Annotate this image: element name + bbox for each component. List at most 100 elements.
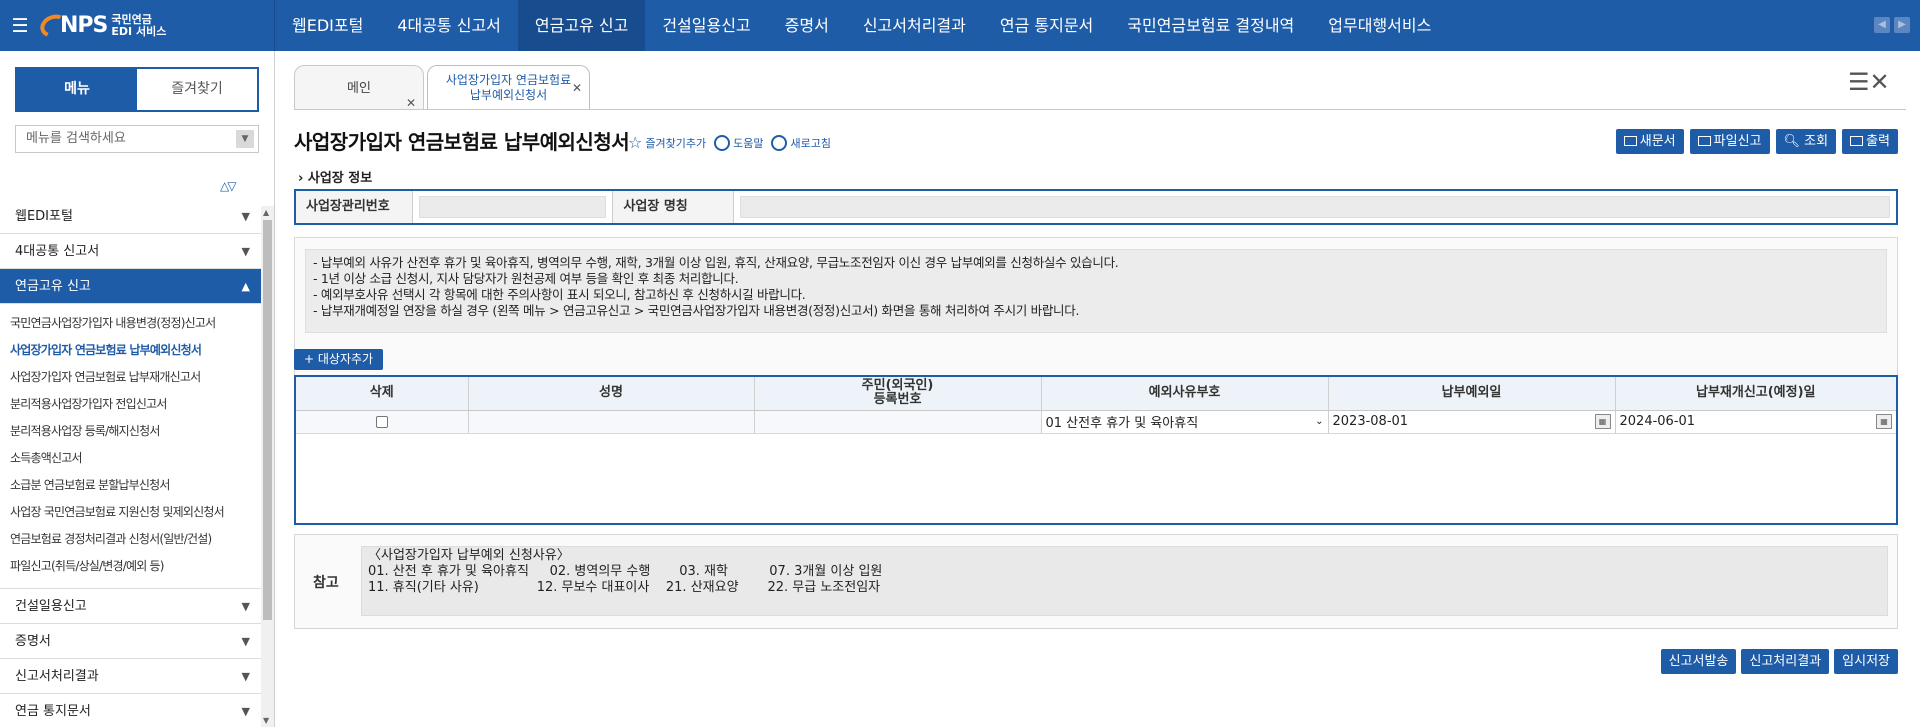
gnb-item-pension-notices[interactable]: 연금 통지문서 [983, 0, 1110, 51]
star-icon: ☆ [628, 133, 643, 152]
search-label: 조회 [1804, 134, 1829, 149]
sidebar-menu-list: 웹EDI포털 ▼ 4대공통 신고서 ▼ 연금고유 신고 ▲ 국민연금사업장가입자… [0, 199, 262, 727]
hamburger-menu-icon[interactable]: ☰ [0, 15, 40, 37]
add-favorite-button[interactable]: ☆ 즐겨찾기추가 [628, 133, 706, 152]
gnb-item-agency-services[interactable]: 업무대행서비스 [1311, 0, 1448, 51]
delete-checkbox[interactable] [375, 415, 388, 428]
col-header-rrn-line2: 등록번호 [873, 392, 922, 408]
folder-icon [1697, 136, 1711, 146]
chevron-up-icon: ▲ [241, 280, 250, 293]
reason-select[interactable]: 01 산전후 휴가 및 육아휴직 ⌄ [1041, 410, 1329, 434]
sidebar-item-pension-notices[interactable]: 연금 통지문서 ▼ [0, 694, 262, 727]
sidebar-subitem[interactable]: 국민연금사업장가입자 내용변경(정정)신고서 [0, 310, 262, 337]
sidebar-item-processing-results[interactable]: 신고서처리결과 ▼ [0, 659, 262, 694]
help-button[interactable]: 도움말 [714, 134, 763, 151]
sidebar-item-4-common-reports[interactable]: 4대공통 신고서 ▼ [0, 234, 262, 269]
sidebar: 메뉴 즐겨찾기 메뉴를 검색하세요 ▼ △▽ 웹EDI포털 ▼ 4대공통 신고서… [0, 51, 275, 727]
tab-favorites[interactable]: 즐겨찾기 [137, 69, 257, 110]
submit-report-button[interactable]: 신고서발송 [1660, 649, 1737, 674]
sidebar-submenu: 국민연금사업장가입자 내용변경(정정)신고서 사업장가입자 연금보험료 납부예외… [0, 304, 262, 589]
document-tabs: 메인 ✕ 사업장가입자 연금보험료 납부예외신청서 ✕ [294, 65, 590, 110]
logo-sub-line1: 국민연금 [111, 12, 152, 26]
calendar-icon[interactable]: ▦ [1876, 414, 1892, 429]
sidebar-subitem[interactable]: 사업장 국민연금보험료 지원신청 및제외신청서 [0, 499, 262, 526]
sidebar-item-label: 건설일용신고 [15, 599, 87, 614]
temp-save-button[interactable]: 임시저장 [1834, 649, 1898, 674]
book-icon [714, 134, 731, 151]
calendar-icon[interactable]: ▦ [1594, 414, 1611, 429]
gnb-item-web-edi-portal[interactable]: 웹EDI포털 [275, 0, 380, 51]
grid-header-row: 삭제 성명 주민(외국인) 등록번호 예외사유부호 납부예외일 납부재개신고(예정… [296, 377, 1896, 411]
scroll-up-icon[interactable]: ▲ [263, 208, 269, 217]
gnb-item-4-common-reports[interactable]: 4대공통 신고서 [380, 0, 518, 51]
sidebar-subitem[interactable]: 분리적용사업장 등록/해지신청서 [0, 418, 262, 445]
file-report-label: 파일신고 [1713, 134, 1762, 149]
resume-date-field[interactable]: 2024-06-01 ▦ [1615, 410, 1896, 434]
notice-box: - 납부예외 사유가 산전후 휴가 및 육아휴직, 병역의무 수행, 재학, 3… [294, 237, 1898, 388]
chevron-right-icon[interactable]: ▶ [1894, 17, 1910, 33]
print-button[interactable]: 출력 [1842, 129, 1898, 154]
menu-search-select[interactable]: 메뉴를 검색하세요 ▼ [15, 125, 259, 153]
sidebar-scrollbar[interactable]: ▲ ▼ [261, 206, 274, 727]
gnb-scroll-arrows: ◀ ▶ [1874, 17, 1910, 33]
sidebar-subitem[interactable]: 소급분 연금보험료 분할납부신청서 [0, 472, 262, 499]
tab-current-form[interactable]: 사업장가입자 연금보험료 납부예외신청서 ✕ [427, 65, 590, 110]
logo-sub-line2: EDI 서비스 [111, 24, 167, 38]
reference-text: 〈사업장가입자 납부예외 신청사유〉 01. 산전 후 휴가 및 육아휴직 02.… [361, 546, 1888, 616]
close-icon[interactable]: ✕ [406, 81, 416, 126]
gnb-item-construction-daily[interactable]: 건설일용신고 [645, 0, 767, 51]
chevron-down-icon: ▼ [241, 210, 250, 223]
mgmt-no-field[interactable] [418, 196, 607, 218]
chevron-down-icon: ▼ [241, 670, 250, 683]
sidebar-item-certificates[interactable]: 증명서 ▼ [0, 624, 262, 659]
scroll-down-icon[interactable]: ▼ [263, 716, 269, 725]
gnb-item-certificates[interactable]: 증명서 [768, 0, 846, 51]
menu-close-icon[interactable]: ☰✕ [1848, 68, 1902, 96]
file-report-button[interactable]: 파일신고 [1689, 129, 1770, 154]
name-cell[interactable] [468, 410, 755, 434]
collapse-expand-icon[interactable]: △▽ [220, 179, 237, 193]
exempt-date-value: 2023-08-01 [1332, 414, 1409, 429]
delete-cell [296, 410, 469, 434]
sidebar-subitem-current[interactable]: 사업장가입자 연금보험료 납부예외신청서 [0, 337, 262, 364]
folder-icon [1623, 136, 1637, 146]
notice-line: - 예외부호사유 선택시 각 항목에 대한 주의사항이 표시 되오니, 참고하신… [313, 287, 806, 302]
page-title: 사업장가입자 연금보험료 납부예외신청서 [294, 130, 630, 154]
sidebar-subitem[interactable]: 소득총액신고서 [0, 445, 262, 472]
gnb-item-pension-reports[interactable]: 연금고유 신고 [517, 0, 646, 51]
col-header-reason-code: 예외사유부호 [1041, 377, 1329, 411]
refresh-button[interactable]: 새로고침 [771, 134, 831, 151]
chevron-left-icon[interactable]: ◀ [1874, 17, 1890, 33]
gnb-item-processing-results[interactable]: 신고서처리결과 [846, 0, 983, 51]
rrn-cell[interactable] [754, 410, 1042, 434]
workplace-name-field[interactable] [740, 196, 1890, 218]
search-button[interactable]: 🔍︎ 조회 [1775, 129, 1837, 154]
add-target-button[interactable]: + 대상자추가 [294, 349, 384, 370]
new-document-button[interactable]: 새문서 [1615, 129, 1684, 154]
reference-heading: 〈사업장가입자 납부예외 신청사유〉 [368, 548, 570, 563]
processing-result-button[interactable]: 신고처리결과 [1741, 649, 1830, 674]
sidebar-subitem[interactable]: 파일신고(취득/상실/변경/예외 등) [0, 553, 262, 580]
sidebar-item-label: 증명서 [15, 634, 51, 649]
notice-line: - 납부예외 사유가 산전후 휴가 및 육아휴직, 병역의무 수행, 재학, 3… [313, 255, 1119, 270]
logo-area: ☰ NPS 국민연금 EDI 서비스 [0, 0, 275, 51]
sidebar-item-web-edi-portal[interactable]: 웹EDI포털 ▼ [0, 199, 262, 234]
exempt-date-field[interactable]: 2023-08-01 ▦ [1328, 410, 1616, 434]
sidebar-item-construction-daily[interactable]: 건설일용신고 ▼ [0, 589, 262, 624]
nps-logo[interactable]: NPS 국민연금 EDI 서비스 [37, 10, 167, 41]
tab-divider [294, 109, 1906, 110]
gnb-item-premium-decisions[interactable]: 국민연금보험료 결정내역 [1110, 0, 1311, 51]
tab-main[interactable]: 메인 ✕ [294, 65, 424, 110]
sidebar-subitem[interactable]: 사업장가입자 연금보험료 납부재개신고서 [0, 364, 262, 391]
sidebar-subitem[interactable]: 연금보험료 경정처리결과 신청서(일반/건설) [0, 526, 262, 553]
scrollbar-thumb[interactable] [263, 220, 272, 620]
dropdown-arrow-icon[interactable]: ▼ [236, 130, 254, 148]
sidebar-item-pension-reports[interactable]: 연금고유 신고 ▲ [0, 269, 262, 304]
close-icon[interactable]: ✕ [572, 81, 582, 96]
sidebar-item-label: 신고서처리결과 [15, 669, 99, 684]
sidebar-item-label: 웹EDI포털 [15, 209, 73, 224]
chevron-down-icon: ▼ [241, 705, 250, 718]
logo-subtitle: 국민연금 EDI 서비스 [111, 12, 167, 38]
tab-menu[interactable]: 메뉴 [17, 69, 137, 110]
sidebar-subitem[interactable]: 분리적용사업장가입자 전입신고서 [0, 391, 262, 418]
